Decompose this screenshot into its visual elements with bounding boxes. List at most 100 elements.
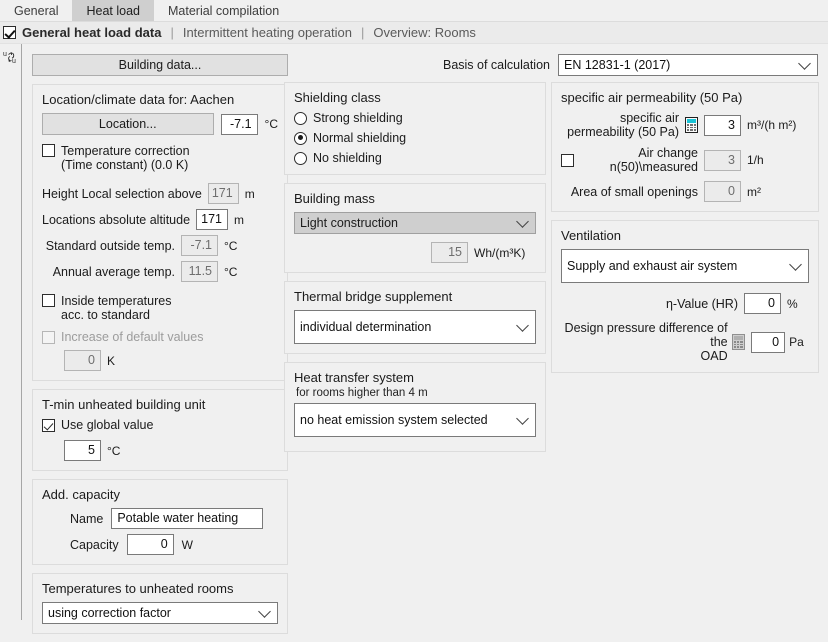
eta-value-unit: % xyxy=(787,296,798,311)
shielding-option-none[interactable]: No shielding xyxy=(294,151,536,165)
building-data-button[interactable]: Building data... xyxy=(32,54,288,76)
group-building-mass: Building mass Light construction 15 Wh/(… xyxy=(284,183,546,273)
radio-strong-shielding[interactable] xyxy=(294,111,307,125)
inside-temperatures-label: Inside temperatures acc. to standard xyxy=(61,294,171,322)
inside-temperatures-label-line1: Inside temperatures xyxy=(61,294,172,308)
header-band: General heat load data | Intermittent he… xyxy=(0,22,828,44)
heat-transfer-title: Heat transfer system xyxy=(294,370,414,385)
tmin-value-input[interactable]: 5 xyxy=(64,440,101,461)
shielding-option-none-label: No shielding xyxy=(313,151,382,165)
column-left: Building data... Location/climate data f… xyxy=(32,44,288,642)
ventilation-system-value: Supply and exhaust air system xyxy=(567,259,738,273)
design-temp-unit: °C xyxy=(264,117,278,131)
chevron-down-icon xyxy=(789,258,802,271)
group-temperatures-to-unheated-rooms: Temperatures to unheated rooms using cor… xyxy=(32,573,288,634)
design-temp-input[interactable]: -7.1 xyxy=(220,113,258,135)
temperature-correction-checkbox[interactable] xyxy=(42,144,55,157)
air-permeability-input[interactable]: 3 xyxy=(704,114,741,136)
add-capacity-title: Add. capacity xyxy=(42,487,121,502)
tmin-use-global-row[interactable]: Use global value xyxy=(42,418,278,432)
shielding-option-normal-label: Normal shielding xyxy=(313,131,407,145)
thermal-bridge-title: Thermal bridge supplement xyxy=(294,289,453,304)
building-mass-unit: Wh/(m³K) xyxy=(474,245,526,260)
calculator-keys xyxy=(733,341,743,348)
locations-absolute-altitude-unit: m xyxy=(234,212,245,227)
tab-general[interactable]: General xyxy=(0,0,73,21)
calculator-icon[interactable] xyxy=(685,117,698,133)
page-title: General heat load data xyxy=(22,25,162,40)
link-intermittent-heating-operation[interactable]: Intermittent heating operation xyxy=(183,25,352,40)
header-enable-checkbox[interactable] xyxy=(3,26,16,39)
tmin-title: T-min unheated building unit xyxy=(42,397,206,412)
temperature-correction-label: Temperature correction (Time constant) (… xyxy=(61,144,190,172)
chevron-down-icon xyxy=(258,605,271,618)
temps-unheated-select[interactable]: using correction factor xyxy=(42,602,278,624)
eta-value-input[interactable]: 0 xyxy=(744,293,781,314)
chevron-down-icon xyxy=(516,319,529,332)
tmin-value-unit: °C xyxy=(107,443,121,458)
standard-outside-temp-input[interactable]: -7.1 xyxy=(181,235,218,256)
tmin-use-global-checkbox[interactable] xyxy=(42,418,55,432)
annual-average-temp-label: Annual average temp. xyxy=(52,264,175,279)
heat-transfer-select[interactable]: no heat emission system selected xyxy=(294,403,536,437)
inside-temperatures-row[interactable]: Inside temperatures acc. to standard xyxy=(42,294,278,322)
group-ventilation: Ventilation Supply and exhaust air syste… xyxy=(551,220,819,373)
location-climate-title: Location/climate data for: Aachen xyxy=(42,92,235,107)
group-heat-transfer-system: Heat transfer system for rooms higher th… xyxy=(284,362,546,452)
field-standard-outside-temp: Standard outside temp. -7.1 °C xyxy=(42,235,278,256)
locations-absolute-altitude-label: Locations absolute altitude xyxy=(42,212,191,227)
radio-no-shielding[interactable] xyxy=(294,151,307,165)
location-button[interactable]: Location... xyxy=(42,113,214,135)
svg-text:u: u xyxy=(3,51,7,58)
radio-normal-shielding[interactable] xyxy=(294,131,307,145)
group-specific-air-permeability: specific air permeability (50 Pa) specif… xyxy=(551,82,819,212)
group-tmin-unheated-building-unit: T-min unheated building unit Use global … xyxy=(32,389,288,471)
tab-bar: General Heat load Material compilation xyxy=(0,0,828,22)
thermal-bridge-select[interactable]: individual determination xyxy=(294,310,536,344)
shielding-option-strong[interactable]: Strong shielding xyxy=(294,111,536,125)
increase-default-values-label: Increase of default values xyxy=(61,330,204,344)
oad-label: Design pressure difference of the OAD xyxy=(561,321,728,363)
annual-average-temp-input[interactable]: 11.5 xyxy=(181,261,218,282)
tab-material-compilation[interactable]: Material compilation xyxy=(154,0,294,21)
air-change-checkbox[interactable] xyxy=(561,153,574,167)
u-cycle-icon[interactable]: u u xyxy=(3,49,20,68)
air-change-label: Air change n(50)\measured xyxy=(610,146,698,174)
oad-label-line1: Design pressure difference of the xyxy=(564,321,728,349)
inside-temperatures-label-line2: acc. to standard xyxy=(61,308,150,322)
oad-unit: Pa xyxy=(789,335,804,349)
column-right: specific air permeability (50 Pa) specif… xyxy=(551,44,828,381)
annual-average-temp-unit: °C xyxy=(224,264,238,279)
tmin-use-global-label: Use global value xyxy=(61,418,154,432)
calculator-screen xyxy=(687,119,696,123)
inside-temperatures-checkbox[interactable] xyxy=(42,294,55,307)
left-gutter: u u xyxy=(0,44,22,620)
temperature-correction-row[interactable]: Temperature correction (Time constant) (… xyxy=(42,144,278,172)
height-local-selection-input[interactable]: 171 xyxy=(207,183,239,204)
standard-outside-temp-label: Standard outside temp. xyxy=(45,238,175,253)
shielding-option-strong-label: Strong shielding xyxy=(313,111,403,125)
building-mass-select[interactable]: Light construction xyxy=(294,212,536,234)
shielding-option-normal[interactable]: Normal shielding xyxy=(294,131,536,145)
height-local-selection-label: Height Local selection above xyxy=(42,186,202,201)
field-locations-absolute-altitude: Locations absolute altitude 171 m xyxy=(42,209,278,230)
building-mass-number-input: 15 xyxy=(431,242,468,263)
add-capacity-name-row: Name Potable water heating xyxy=(42,508,278,529)
link-overview-rooms[interactable]: Overview: Rooms xyxy=(373,25,476,40)
oad-input[interactable]: 0 xyxy=(750,331,786,353)
header-separator-1: | xyxy=(170,25,174,40)
add-capacity-name-input[interactable]: Potable water heating xyxy=(111,508,264,529)
building-mass-value: Light construction xyxy=(300,216,398,230)
thermal-bridge-value: individual determination xyxy=(300,320,432,334)
ventilation-system-select[interactable]: Supply and exhaust air system xyxy=(561,249,809,283)
temps-unheated-value: using correction factor xyxy=(48,606,171,620)
height-local-selection-unit: m xyxy=(244,186,255,201)
tab-heat-load[interactable]: Heat load xyxy=(72,0,154,21)
air-permeability-label: specific air permeability (50 Pa) xyxy=(567,111,679,139)
group-location-climate: Location/climate data for: Aachen Locati… xyxy=(32,84,288,381)
air-permeability-unit: m³/(h m²) xyxy=(747,118,797,132)
heat-transfer-note: for rooms higher than 4 m xyxy=(296,387,428,399)
locations-absolute-altitude-input[interactable]: 171 xyxy=(196,209,229,230)
add-capacity-capacity-input[interactable]: 0 xyxy=(126,534,174,555)
group-thermal-bridge-supplement: Thermal bridge supplement individual det… xyxy=(284,281,546,354)
